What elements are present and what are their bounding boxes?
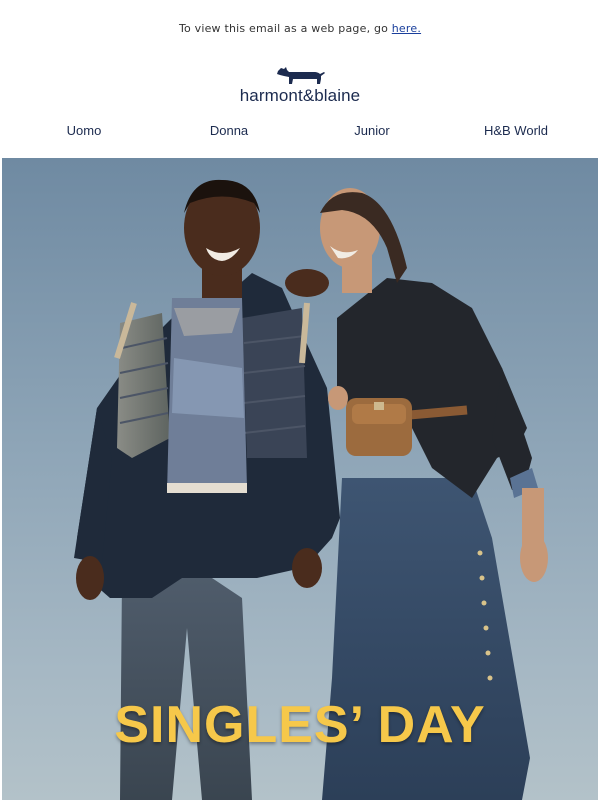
nav-item-donna[interactable]: Donna	[210, 123, 248, 138]
brand-name: harmont&blaine	[239, 86, 361, 105]
hero-headline: SINGLES’ DAY	[114, 696, 486, 754]
hero-banner[interactable]: SINGLES’ DAY	[2, 158, 598, 800]
dachshund-icon	[277, 67, 325, 84]
preheader-text: To view this email as a web page, go	[178, 22, 392, 35]
nav-item-junior[interactable]: Junior	[354, 123, 389, 138]
nav-item-hb-world[interactable]: H&B World	[484, 123, 548, 138]
web-version-link[interactable]: here.	[392, 22, 421, 35]
brand-logo[interactable]: harmont&blaine	[0, 62, 600, 106]
nav-item-uomo[interactable]: Uomo	[67, 123, 102, 138]
preheader: To view this email as a web page, go her…	[0, 22, 600, 35]
main-nav: Uomo Donna Junior H&B World	[0, 123, 600, 141]
